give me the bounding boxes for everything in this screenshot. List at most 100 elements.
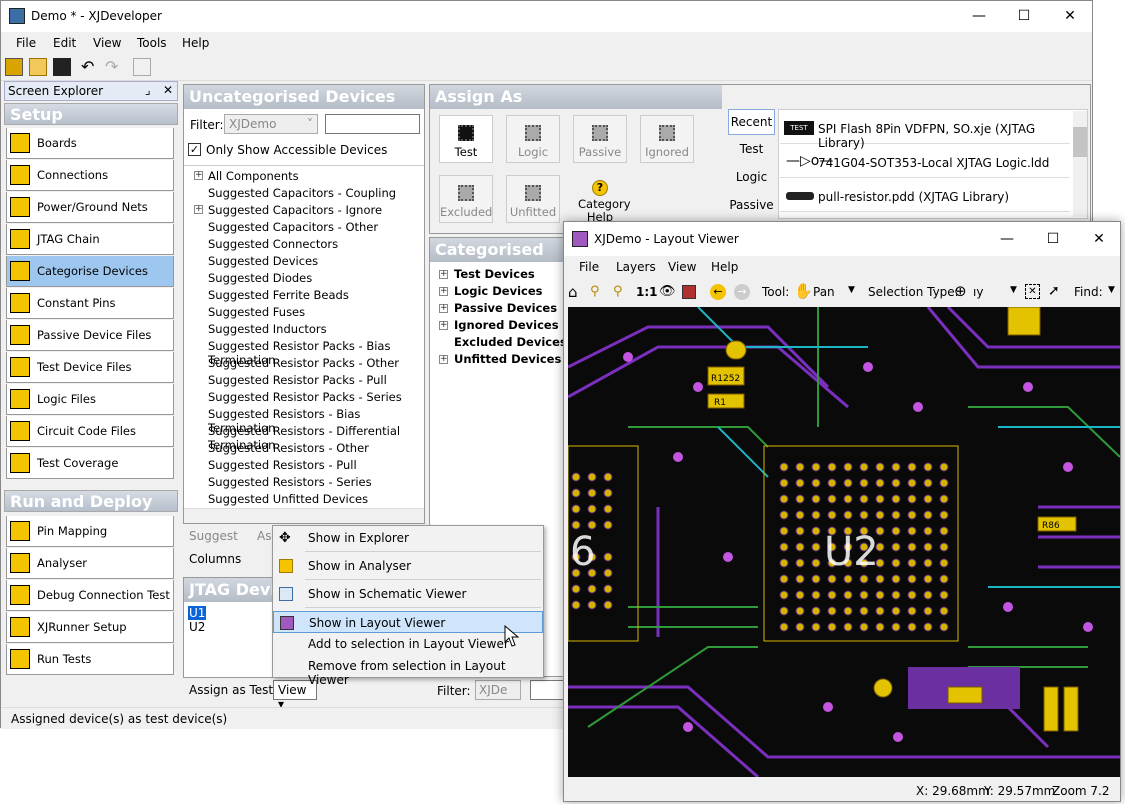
- nav-pin-mapping[interactable]: Pin Mapping: [6, 516, 174, 547]
- tree-item[interactable]: Suggested Resistor Packs - Other: [208, 356, 399, 370]
- ctx-add-to-selection[interactable]: Add to selection in Layout Viewer: [273, 633, 543, 655]
- assign-passive-button[interactable]: Passive: [573, 115, 627, 163]
- maximize-icon[interactable]: ☐: [1001, 1, 1047, 32]
- tab-test[interactable]: Test: [728, 137, 775, 163]
- recent-item[interactable]: pull-resistor.pdd (XJTAG Library): [780, 181, 1070, 212]
- expand-icon[interactable]: +: [439, 355, 448, 364]
- lv-close-icon[interactable]: ✕: [1076, 222, 1122, 253]
- menu-edit[interactable]: Edit: [53, 36, 76, 50]
- nav-categorise-devices[interactable]: Categorise Devices: [6, 256, 174, 287]
- capture-icon[interactable]: [682, 285, 696, 299]
- redo-icon[interactable]: ↷: [105, 58, 123, 76]
- layout-icon[interactable]: [133, 58, 151, 76]
- cat-unfitted-devices[interactable]: Unfitted Devices: [454, 352, 561, 366]
- close-icon[interactable]: ✕: [1047, 1, 1093, 32]
- lv-menu-help[interactable]: Help: [711, 260, 738, 274]
- assign-unfitted-button[interactable]: Unfitted: [506, 175, 560, 223]
- zoom-out-icon[interactable]: ⚲: [590, 284, 600, 299]
- suggest-button[interactable]: Suggest: [189, 529, 238, 543]
- nav-test-device-files[interactable]: Test Device Files: [6, 352, 174, 383]
- ctx-show-in-layout-viewer[interactable]: Show in Layout Viewer: [273, 611, 543, 633]
- tree-item[interactable]: Suggested Inductors: [208, 322, 327, 336]
- minimize-icon[interactable]: —: [956, 1, 1002, 32]
- tree-item[interactable]: Suggested Resistors - Series: [208, 475, 372, 489]
- home-icon[interactable]: ⌂: [568, 283, 578, 301]
- tree-item[interactable]: Suggested Unfitted Devices: [208, 492, 368, 506]
- lv-minimize-icon[interactable]: —: [984, 222, 1030, 253]
- selection-type-dropdown[interactable]: ıy: [973, 285, 983, 299]
- run-deploy-group[interactable]: Run and Deploy: [4, 490, 178, 512]
- tab-recent[interactable]: Recent: [728, 109, 775, 135]
- tree-item[interactable]: Suggested Resistor Packs - Series: [208, 390, 402, 404]
- tree-item[interactable]: Suggested Capacitors - Other: [208, 220, 378, 234]
- nav-jtag-chain[interactable]: JTAG Chain: [6, 224, 174, 255]
- ctx-remove-from-selection[interactable]: Remove from selection in Layout Viewer: [273, 655, 543, 687]
- setup-group[interactable]: Setup: [4, 103, 178, 125]
- assign-test-button[interactable]: Test: [439, 115, 493, 163]
- jtag-item-u2[interactable]: U2: [189, 620, 205, 634]
- expand-icon[interactable]: +: [439, 287, 448, 296]
- tree-item[interactable]: Suggested Devices: [208, 254, 318, 268]
- nav-test-coverage[interactable]: Test Coverage: [6, 448, 174, 479]
- tree-item[interactable]: Suggested Resistors - Other: [208, 441, 369, 455]
- nav-boards[interactable]: Boards: [6, 128, 174, 159]
- tree-item[interactable]: Suggested Capacitors - Coupling: [208, 186, 396, 200]
- ctx-show-in-analyser[interactable]: Show in Analyser: [273, 555, 543, 577]
- tree-item[interactable]: All Components: [208, 169, 299, 183]
- expand-icon[interactable]: +: [439, 270, 448, 279]
- chevron-down-icon[interactable]: ▼: [1108, 285, 1115, 295]
- nav-constant-pins[interactable]: Constant Pins: [6, 288, 174, 319]
- tree-item[interactable]: Suggested Diodes: [208, 271, 312, 285]
- cat-excluded-devices[interactable]: Excluded Devices: [454, 335, 567, 349]
- expand-icon[interactable]: +: [439, 321, 448, 330]
- pin-icon[interactable]: ⌟: [145, 83, 151, 97]
- tree-item[interactable]: Suggested Capacitors - Ignore: [208, 203, 382, 217]
- expand-icon[interactable]: +: [194, 205, 203, 214]
- forward-icon[interactable]: →: [734, 284, 750, 300]
- assign-excluded-button[interactable]: Excluded: [439, 175, 493, 223]
- explorer-close-icon[interactable]: ✕: [163, 83, 173, 97]
- jtag-item-u1[interactable]: U1: [188, 606, 207, 620]
- expand-icon[interactable]: +: [194, 171, 203, 180]
- menu-file[interactable]: File: [16, 36, 36, 50]
- columns-button[interactable]: Columns: [189, 552, 241, 566]
- filter-search-input[interactable]: [325, 114, 420, 134]
- nav-analyser[interactable]: Analyser: [6, 548, 174, 579]
- open-folder-icon[interactable]: [29, 58, 47, 76]
- chevron-down-icon[interactable]: ▼: [848, 285, 855, 295]
- cat-logic-devices[interactable]: Logic Devices: [454, 284, 542, 298]
- cat-test-devices[interactable]: Test Devices: [454, 267, 535, 281]
- nav-xjrunner-setup[interactable]: XJRunner Setup: [6, 612, 174, 643]
- expand-icon[interactable]: +: [439, 304, 448, 313]
- zoom-1-1-button[interactable]: 1:1: [636, 285, 658, 299]
- only-accessible-checkbox[interactable]: ✓: [188, 143, 201, 156]
- cat-ignored-devices[interactable]: Ignored Devices: [454, 318, 559, 332]
- pcb-layout-canvas[interactable]: R1252 R1 R86 U2 6: [568, 307, 1120, 777]
- nav-power-ground-nets[interactable]: Power/Ground Nets: [6, 192, 174, 223]
- nav-run-tests[interactable]: Run Tests: [6, 644, 174, 675]
- recent-item[interactable]: TEST SPI Flash 8Pin VDFPN, SO.xje (XJTAG …: [780, 113, 1070, 150]
- lv-menu-file[interactable]: File: [579, 260, 599, 274]
- nav-logic-files[interactable]: Logic Files: [6, 384, 174, 415]
- tree-item[interactable]: Suggested Ferrite Beads: [208, 288, 349, 302]
- assign-as-test-button[interactable]: Assign as Test: [189, 683, 273, 697]
- nav-debug-connection-test[interactable]: Debug Connection Test: [6, 580, 174, 611]
- nav-passive-device-files[interactable]: Passive Device Files: [6, 320, 174, 351]
- cat-passive-devices[interactable]: Passive Devices: [454, 301, 557, 315]
- undo-icon[interactable]: ↶: [81, 58, 99, 76]
- nav-connections[interactable]: Connections: [6, 160, 174, 191]
- menu-tools[interactable]: Tools: [137, 36, 167, 50]
- lv-menu-view[interactable]: View: [668, 260, 696, 274]
- horizontal-scrollbar[interactable]: [184, 508, 424, 523]
- lv-maximize-icon[interactable]: ☐: [1030, 222, 1076, 253]
- tree-item[interactable]: Suggested Fuses: [208, 305, 305, 319]
- chevron-down-icon[interactable]: ▼: [1010, 285, 1017, 295]
- recent-scrollbar[interactable]: [1073, 111, 1087, 217]
- menu-help[interactable]: Help: [182, 36, 209, 50]
- assign-logic-button[interactable]: Logic: [506, 115, 560, 163]
- tool-dropdown[interactable]: Pan: [813, 285, 835, 299]
- help-icon[interactable]: ?: [592, 180, 608, 196]
- nav-circuit-code-files[interactable]: Circuit Code Files: [6, 416, 174, 447]
- ctx-show-in-schematic-viewer[interactable]: Show in Schematic Viewer: [273, 583, 543, 605]
- box-select-icon[interactable]: ✕: [1025, 284, 1040, 299]
